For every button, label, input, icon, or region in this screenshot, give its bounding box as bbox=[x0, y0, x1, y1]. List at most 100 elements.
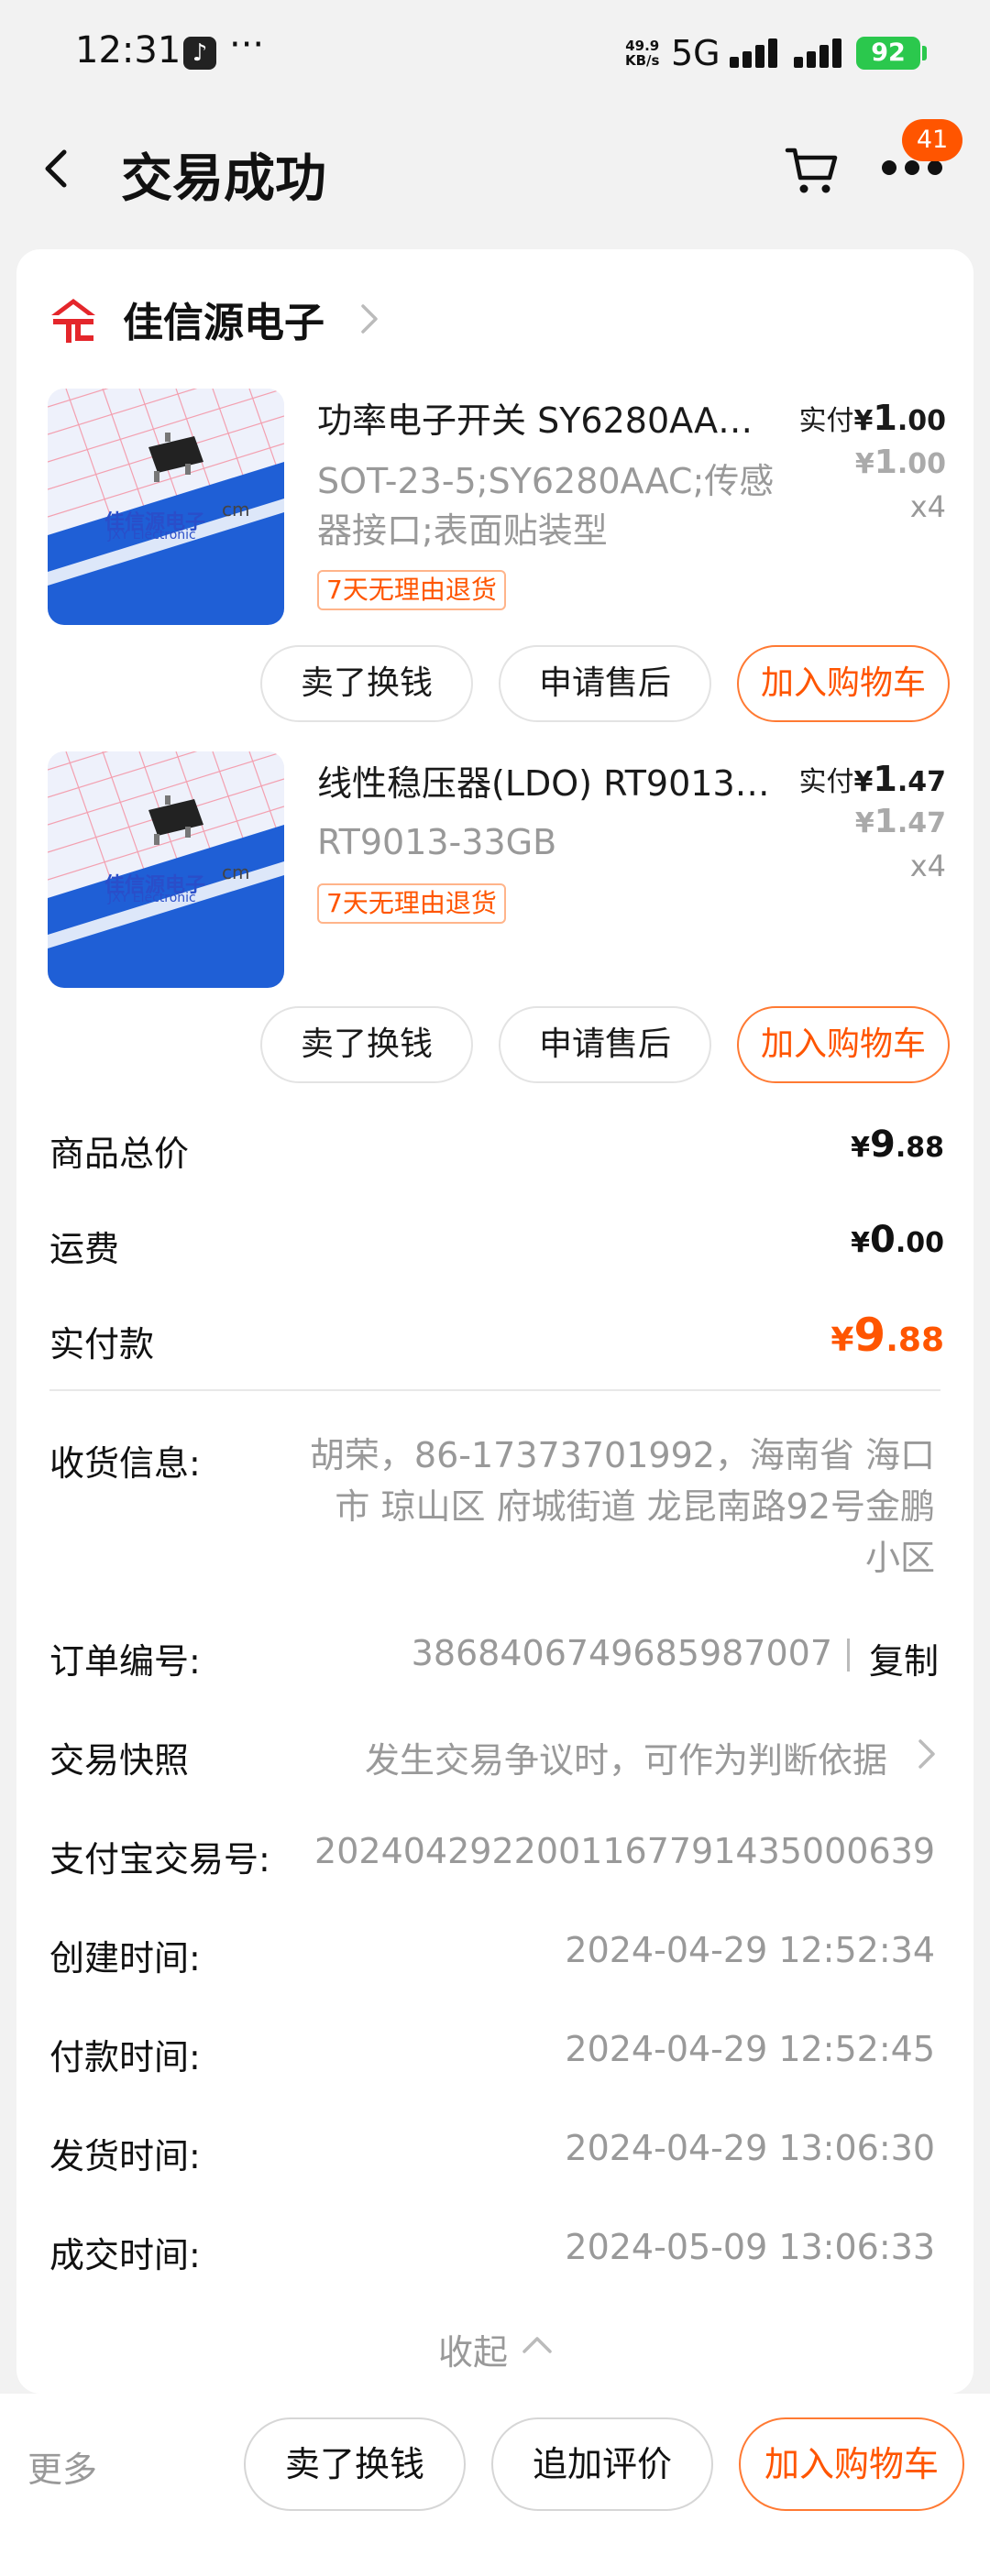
paid-int: 1 bbox=[873, 398, 897, 438]
page-title: 交易成功 bbox=[121, 149, 326, 209]
paid-dec: .47 bbox=[896, 766, 946, 798]
paid-yen: ¥ bbox=[853, 766, 874, 798]
paid-yen: ¥ bbox=[853, 405, 874, 437]
orig-dec: .00 bbox=[896, 448, 946, 480]
closed-time-label: 成交时间: bbox=[50, 2235, 201, 2275]
address-label: 收货信息: bbox=[50, 1443, 201, 1484]
shipping-yen: ¥ bbox=[851, 1227, 870, 1259]
paid-price: 实付¥1.47 bbox=[799, 759, 946, 799]
snapshot-hint[interactable]: 发生交易争议时，可作为判断依据 bbox=[365, 1732, 887, 1782]
return-policy-badge: 7天无理由退货 bbox=[317, 883, 506, 924]
signal-icon-2 bbox=[794, 38, 843, 68]
more-options-icon[interactable] bbox=[882, 160, 942, 179]
shipping-address: 胡荣，86-17373701992，海南省 海口市 琼山区 府城街道 龙昆南路9… bbox=[309, 1435, 935, 1578]
orig-dec: .47 bbox=[896, 807, 946, 839]
battery-tip bbox=[922, 46, 927, 60]
product-spec: RT9013-33GB bbox=[317, 822, 557, 862]
snapshot-chevron-right-icon[interactable] bbox=[917, 1737, 937, 1770]
network-speed: 49.9 KB/s bbox=[625, 38, 659, 68]
sell-button[interactable]: 卖了换钱 bbox=[260, 645, 473, 722]
add-to-cart-button[interactable]: 加入购物车 bbox=[737, 1006, 950, 1083]
thumbnail-unit: cm bbox=[222, 861, 250, 883]
goods-total-value: ¥9.88 bbox=[851, 1124, 944, 1166]
tiktok-icon: ♪ bbox=[183, 37, 216, 70]
orig-int: 1 bbox=[874, 444, 897, 481]
sell-button[interactable]: 卖了换钱 bbox=[260, 1006, 473, 1083]
thumbnail-watermark-sub: JXY Electronic bbox=[108, 891, 196, 905]
add-to-cart-button[interactable]: 加入购物车 bbox=[737, 645, 950, 722]
orig-yen: ¥ bbox=[854, 448, 874, 480]
battery-icon: 92 bbox=[856, 37, 920, 70]
paid-label: 实付 bbox=[798, 766, 854, 798]
shop-name[interactable]: 佳信源电子 bbox=[123, 290, 324, 348]
signal-icon bbox=[730, 38, 779, 68]
alipay-number: 2024042922001167791435000639 bbox=[314, 1831, 935, 1871]
divider bbox=[50, 1389, 940, 1391]
collapse-button[interactable]: 收起 bbox=[438, 2324, 508, 2374]
paid-time: 2024-04-29 12:52:45 bbox=[565, 2029, 935, 2069]
add-review-button[interactable]: 追加评价 bbox=[491, 2417, 713, 2511]
goods-total-dec: .88 bbox=[895, 1132, 944, 1164]
bottom-sell-button[interactable]: 卖了换钱 bbox=[244, 2417, 466, 2511]
original-price: ¥1.00 bbox=[855, 444, 946, 481]
quantity: x4 bbox=[909, 849, 946, 883]
copy-order-number-button[interactable]: 复制 bbox=[869, 1633, 939, 1683]
product-spec: SOT-23-5;SY6280AAC;传感器接口;表面贴装型 bbox=[317, 461, 775, 551]
paid-amount-dec: .88 bbox=[886, 1321, 944, 1359]
bottom-add-to-cart-button[interactable]: 加入购物车 bbox=[739, 2417, 964, 2511]
thumbnail-watermark-sub: JXY Electronic bbox=[108, 528, 196, 543]
orig-yen: ¥ bbox=[854, 807, 874, 839]
status-more-icon: ··· bbox=[229, 24, 265, 66]
network-speed-unit: KB/s bbox=[625, 52, 660, 69]
chevron-up-icon[interactable] bbox=[521, 2335, 554, 2355]
more-actions-link[interactable]: 更多 bbox=[28, 2441, 97, 2492]
shipping-dec: .00 bbox=[895, 1227, 944, 1259]
shipped-time: 2024-04-29 13:06:30 bbox=[565, 2128, 935, 2168]
product-thumbnail[interactable]: 佳信源电子 JXY Electronic cm bbox=[48, 389, 284, 625]
battery-level: 92 bbox=[871, 38, 906, 67]
paid-price: 实付¥1.00 bbox=[799, 398, 946, 438]
paid-amount-label: 实付款 bbox=[50, 1324, 155, 1365]
enterprise-shop-icon bbox=[51, 299, 95, 343]
copy-separator bbox=[847, 1639, 850, 1672]
order-number-label: 订单编号: bbox=[50, 1641, 201, 1682]
network-type: 5G bbox=[671, 33, 720, 73]
paid-amount-yen: ¥ bbox=[830, 1321, 854, 1359]
paid-int: 1 bbox=[873, 759, 897, 799]
goods-total-yen: ¥ bbox=[851, 1132, 870, 1164]
snapshot-label[interactable]: 交易快照 bbox=[50, 1732, 189, 1782]
goods-total-label: 商品总价 bbox=[50, 1134, 190, 1174]
thumbnail-unit: cm bbox=[222, 499, 250, 521]
paid-label: 实付 bbox=[798, 405, 854, 437]
back-arrow-icon[interactable] bbox=[37, 147, 81, 191]
shipped-time-label: 发货时间: bbox=[50, 2136, 201, 2176]
shop-chevron-right-icon[interactable] bbox=[358, 301, 381, 337]
shipping-value: ¥0.00 bbox=[851, 1219, 944, 1261]
message-count-badge: 41 bbox=[902, 119, 962, 161]
product-title[interactable]: 线性稳压器(LDO) RT9013… bbox=[317, 755, 776, 806]
after-sale-button[interactable]: 申请售后 bbox=[499, 645, 711, 722]
status-bar: 12:31 ♪ ··· 49.9 KB/s 5G 92 bbox=[0, 0, 990, 110]
created-time-label: 创建时间: bbox=[50, 1938, 201, 1979]
paid-dec: .00 bbox=[896, 405, 946, 437]
original-price: ¥1.47 bbox=[855, 803, 946, 840]
created-time: 2024-04-29 12:52:34 bbox=[565, 1930, 935, 1970]
network-speed-value: 49.9 bbox=[625, 38, 660, 54]
orig-int: 1 bbox=[874, 803, 897, 840]
alipay-number-label: 支付宝交易号: bbox=[50, 1839, 270, 1880]
status-time: 12:31 bbox=[75, 29, 182, 71]
goods-total-int: 9 bbox=[870, 1124, 896, 1166]
order-number: 3868406749685987007 bbox=[411, 1633, 832, 1673]
shipping-int: 0 bbox=[870, 1219, 896, 1261]
return-policy-badge: 7天无理由退货 bbox=[317, 570, 506, 610]
shipping-label: 运费 bbox=[50, 1229, 120, 1269]
product-title[interactable]: 功率电子开关 SY6280AA… bbox=[317, 392, 776, 443]
quantity: x4 bbox=[909, 489, 946, 524]
closed-time: 2024-05-09 13:06:33 bbox=[565, 2227, 935, 2267]
paid-amount-int: 9 bbox=[853, 1309, 886, 1362]
after-sale-button[interactable]: 申请售后 bbox=[499, 1006, 711, 1083]
product-thumbnail[interactable]: 佳信源电子 JXY Electronic cm bbox=[48, 751, 284, 988]
cart-icon[interactable] bbox=[784, 145, 839, 196]
paid-amount-value: ¥9.88 bbox=[830, 1309, 944, 1362]
paid-time-label: 付款时间: bbox=[50, 2037, 201, 2077]
